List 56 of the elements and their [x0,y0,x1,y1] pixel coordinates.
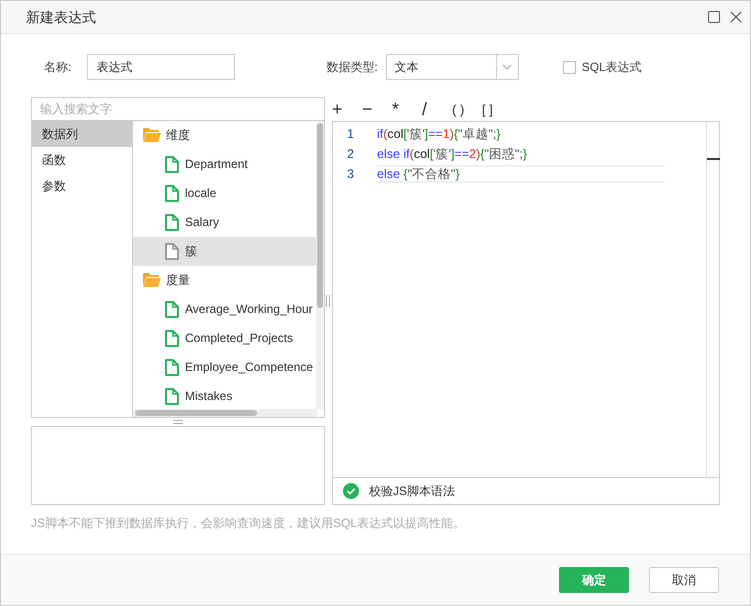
scrollbar-thumb[interactable] [317,122,323,308]
code-line: else if(col['簇']==2){"困惑";} [377,146,528,163]
tree-item[interactable]: Department [133,150,317,179]
operator-button[interactable]: + [332,100,362,118]
operator-button[interactable]: ( ) [452,102,482,116]
scrollbar-thumb[interactable] [135,410,257,416]
code-line: else {"不合格"} [377,165,665,183]
category-item[interactable]: 数据列 [32,120,132,147]
close-icon[interactable] [730,11,742,23]
field-label: 数据类型: [326,59,378,76]
maximize-icon[interactable] [708,11,720,23]
tree-item[interactable]: Employee_Competence [133,352,317,382]
search-field[interactable]: 输入搜索文字 [31,97,325,121]
file-icon [165,156,179,173]
folder-icon[interactable] [143,127,161,144]
name-field[interactable]: 表达式 [87,54,236,80]
checkbox[interactable] [562,60,576,74]
file-icon [165,388,179,405]
check-circle-icon [343,483,359,499]
tree-item[interactable]: Salary [133,208,317,237]
validate-label[interactable]: 校验JS脚本语法 [369,482,456,500]
operator-button[interactable]: [ ] [482,102,512,116]
chevron-down-icon [502,64,512,70]
tree-item[interactable]: Mistakes [133,382,317,409]
tree-folder[interactable]: 维度 [166,126,190,144]
tree-folder[interactable]: 度量 [166,271,190,290]
file-icon [165,330,179,347]
tree-item[interactable]: Completed_Projects [133,324,317,353]
operator-button[interactable]: − [362,100,392,118]
code-line: if(col['簇']==1){"卓越";} [377,126,502,143]
file-icon [165,184,179,202]
data-type-select[interactable]: 文本 [386,54,519,80]
tree-item[interactable]: locale [133,178,317,208]
checkbox-label: SQL表达式 [582,59,642,76]
code-editor[interactable]: 1 if(col['簇']==1){"卓越";} 2 else if(col['簇']==2){"困惑";} 3 else {"不合格"} [333,122,719,477]
cancel-button[interactable]: 取消 [649,567,719,593]
line-number: 1 [346,126,355,143]
field-label: 名称: [44,59,72,76]
operator-button[interactable]: * [392,100,422,118]
folder-icon[interactable] [143,272,161,288]
hint-text: JS脚本不能下推到数据库执行，会影响查询速度，建议用SQL表达式以提高性能。 [31,515,466,532]
category-item[interactable]: 函数 [32,146,132,173]
file-icon [165,358,179,376]
resize-handle-icon[interactable] [173,420,183,424]
line-number: 3 [346,166,355,183]
tree-item[interactable]: Average_Working_Hour [133,294,317,324]
file-icon [165,242,179,260]
dialog-title: 新建表达式 [26,8,97,26]
category-item[interactable]: 参数 [32,172,132,199]
tree-item[interactable]: 簇 [133,236,317,266]
operator-button[interactable]: / [422,100,452,118]
line-number: 2 [346,146,355,163]
file-icon [165,214,179,231]
scrollbar-thumb[interactable] [707,158,720,160]
resize-handle-icon[interactable] [326,295,330,307]
file-icon [165,300,179,318]
